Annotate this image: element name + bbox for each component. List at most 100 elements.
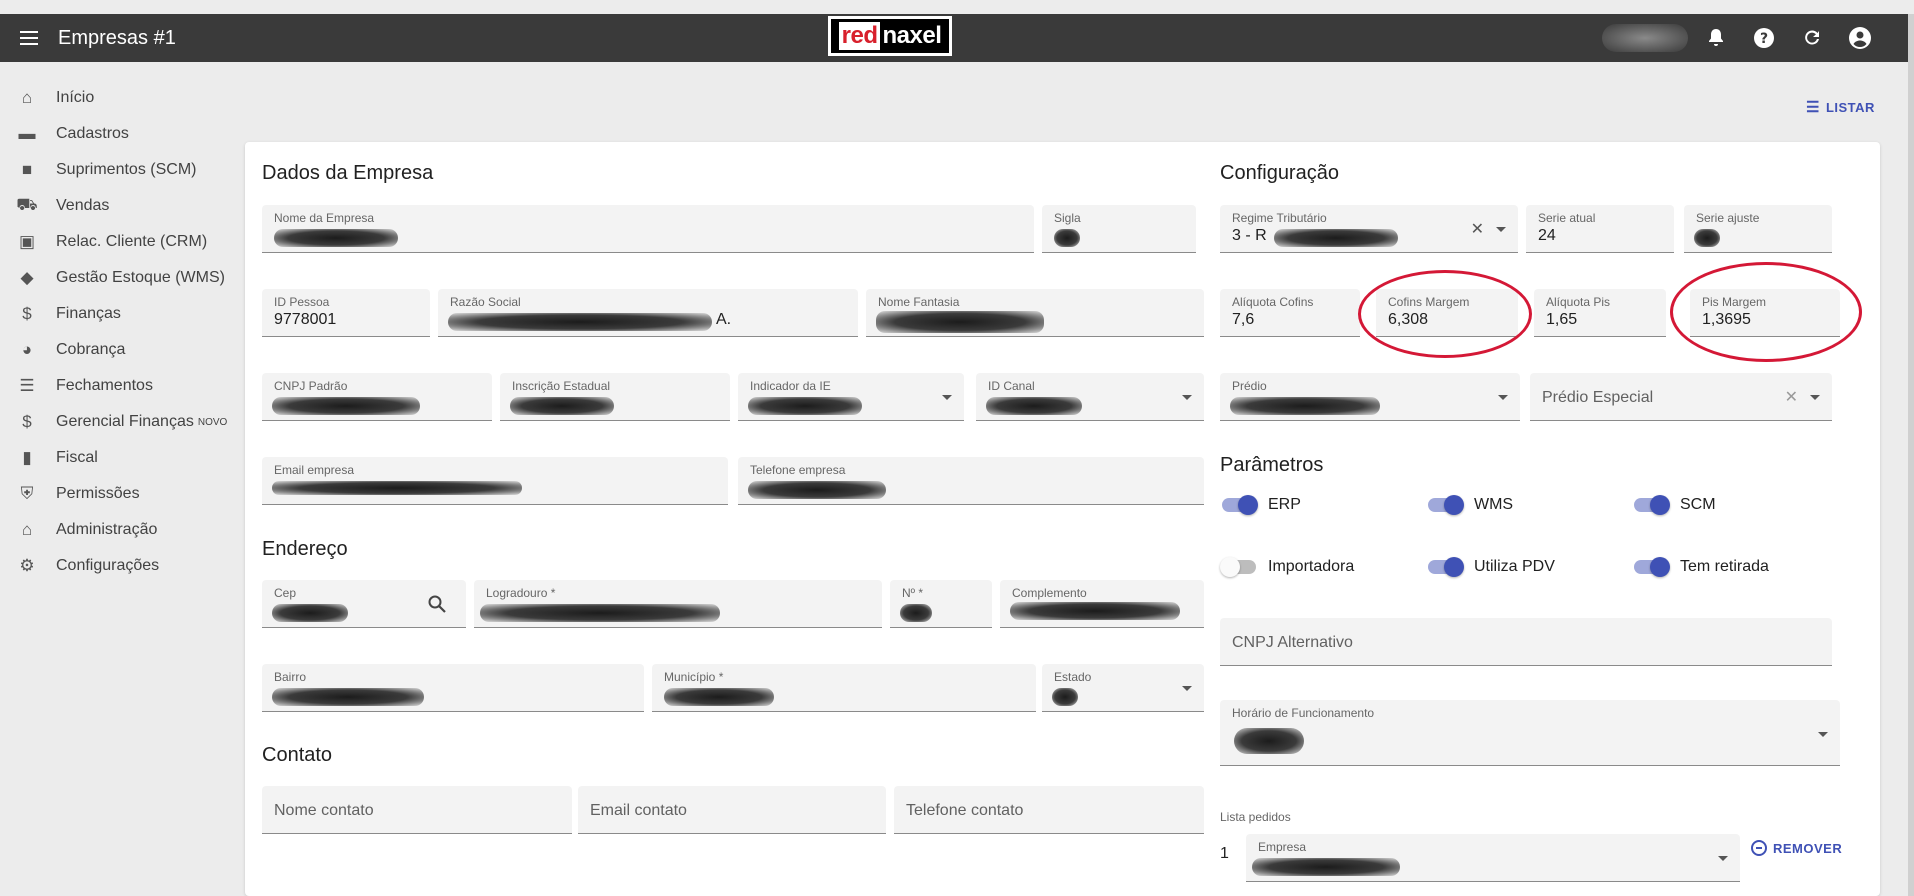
bairro-field[interactable]: Bairro bbox=[262, 664, 644, 712]
chevron-down-icon bbox=[1818, 732, 1828, 737]
briefcase-icon: ■ bbox=[21, 160, 33, 179]
complemento-field[interactable]: Complemento bbox=[1000, 580, 1204, 628]
contact-card-icon: ▣ bbox=[18, 232, 36, 251]
telefone-empresa-field[interactable]: Telefone empresa bbox=[738, 457, 1204, 505]
menu-icon[interactable] bbox=[20, 26, 44, 50]
account-icon[interactable] bbox=[1848, 26, 1872, 50]
logo: red naxel bbox=[828, 16, 952, 56]
cep-field[interactable]: Cep bbox=[262, 580, 466, 628]
configuracao-heading: Configuração bbox=[1220, 162, 1339, 184]
bank-icon: ⌂ bbox=[21, 520, 33, 539]
sidebar-item-administracao[interactable]: ⌂ Administração bbox=[0, 512, 240, 548]
aliquota-cofins-field[interactable]: Alíquota Cofins 7,6 bbox=[1220, 289, 1360, 337]
page-title: Empresas #1 bbox=[58, 26, 176, 49]
indicador-ie-select[interactable]: Indicador da IE bbox=[738, 373, 964, 421]
sidebar-item-suprimentos[interactable]: ■ Suprimentos (SCM) bbox=[0, 152, 240, 188]
chevron-down-icon bbox=[1182, 395, 1192, 400]
inscricao-estadual-field[interactable]: Inscrição Estadual bbox=[500, 373, 730, 421]
email-contato-field[interactable]: Email contato bbox=[578, 786, 886, 834]
importadora-toggle[interactable]: Importadora bbox=[1220, 557, 1354, 577]
remover-button[interactable]: REMOVER bbox=[1751, 840, 1842, 856]
home-icon: ⌂ bbox=[21, 88, 33, 107]
predio-especial-select[interactable]: Prédio Especial ✕ bbox=[1530, 373, 1832, 421]
chevron-down-icon bbox=[1810, 395, 1820, 400]
cnpj-padrao-field[interactable]: CNPJ Padrão bbox=[262, 373, 492, 421]
aliquota-pis-field[interactable]: Alíquota Pis 1,65 bbox=[1534, 289, 1666, 337]
sidebar-item-configuracoes[interactable]: ⚙ Configurações bbox=[0, 548, 240, 584]
chevron-down-icon bbox=[1718, 856, 1728, 861]
sidebar-item-fechamentos[interactable]: ☰ Fechamentos bbox=[0, 368, 240, 404]
scrollbar[interactable] bbox=[1908, 14, 1914, 896]
parametros-heading: Parâmetros bbox=[1220, 454, 1324, 476]
predio-select[interactable]: Prédio bbox=[1220, 373, 1520, 421]
refresh-icon[interactable] bbox=[1800, 26, 1824, 50]
empresa-select[interactable]: Empresa bbox=[1246, 834, 1740, 882]
sidebar-item-cadastros[interactable]: ▬ Cadastros bbox=[0, 116, 240, 152]
cnpj-alternativo-field[interactable]: CNPJ Alternativo bbox=[1220, 618, 1832, 666]
sidebar-item-vendas[interactable]: ⛟ Vendas bbox=[0, 188, 240, 224]
pis-margem-highlight bbox=[1670, 262, 1862, 362]
svg-text:?: ? bbox=[1760, 31, 1768, 47]
serie-ajuste-field[interactable]: Serie ajuste bbox=[1684, 205, 1832, 253]
search-icon[interactable] bbox=[428, 595, 446, 613]
chevron-down-icon bbox=[1496, 227, 1506, 232]
utiliza-pdv-toggle[interactable]: Utiliza PDV bbox=[1428, 557, 1555, 577]
contato-heading: Contato bbox=[262, 744, 333, 766]
sidebar-item-financas[interactable]: $ Finanças bbox=[0, 296, 240, 332]
empresa-form-card bbox=[245, 142, 1880, 896]
sidebar-item-wms[interactable]: ◆ Gestão Estoque (WMS) bbox=[0, 260, 240, 296]
shield-icon: ⛨ bbox=[20, 484, 34, 503]
horario-funcionamento-select[interactable]: Horário de Funcionamento bbox=[1220, 700, 1840, 766]
id-canal-select[interactable]: ID Canal bbox=[976, 373, 1204, 421]
sidebar-item-fiscal[interactable]: ▮ Fiscal bbox=[0, 440, 240, 476]
cofins-margem-highlight bbox=[1358, 270, 1532, 358]
sidebar-item-inicio[interactable]: ⌂ Início bbox=[0, 80, 240, 116]
nome-empresa-field[interactable]: Nome da Empresa bbox=[262, 205, 1034, 253]
logradouro-field[interactable]: Logradouro * bbox=[474, 580, 882, 628]
sigla-field[interactable]: Sigla bbox=[1042, 205, 1196, 253]
dollar-icon: $ bbox=[22, 304, 32, 323]
book-icon: ▮ bbox=[22, 448, 32, 467]
bell-icon[interactable] bbox=[1704, 26, 1728, 50]
lista-pedidos-label: Lista pedidos bbox=[1220, 810, 1291, 824]
tem-retirada-toggle[interactable]: Tem retirada bbox=[1634, 557, 1769, 577]
dados-empresa-heading: Dados da Empresa bbox=[262, 162, 434, 184]
listar-button[interactable]: ☰ LISTAR bbox=[1806, 98, 1875, 116]
help-icon[interactable]: ? bbox=[1752, 26, 1776, 50]
sidebar-item-permissoes[interactable]: ⛨ Permissões bbox=[0, 476, 240, 512]
clear-icon[interactable]: ✕ bbox=[1471, 219, 1484, 239]
sidebar-item-crm[interactable]: ▣ Relac. Cliente (CRM) bbox=[0, 224, 240, 260]
telefone-contato-field[interactable]: Telefone contato bbox=[894, 786, 1204, 834]
nome-fantasia-field[interactable]: Nome Fantasia bbox=[866, 289, 1204, 337]
new-badge: NOVO bbox=[197, 416, 228, 428]
wms-toggle[interactable]: WMS bbox=[1428, 495, 1513, 515]
remove-circle-icon bbox=[1751, 840, 1767, 856]
cart-icon: ⛟ bbox=[16, 195, 38, 214]
chevron-down-icon bbox=[1182, 686, 1192, 691]
endereco-heading: Endereço bbox=[262, 538, 348, 560]
sidebar-item-gerencial-financas[interactable]: $ Gerencial Finanças NOVO bbox=[0, 404, 240, 440]
serie-atual-field[interactable]: Serie atual 24 bbox=[1526, 205, 1674, 253]
razao-social-field[interactable]: Razão Social A. bbox=[438, 289, 858, 337]
pedido-index: 1 bbox=[1220, 845, 1229, 862]
list-icon: ☰ bbox=[19, 376, 35, 395]
sidebar-item-cobranca[interactable]: ◕ Cobrança bbox=[0, 332, 240, 368]
numero-field[interactable]: Nº * bbox=[890, 580, 992, 628]
dollar-icon: $ bbox=[22, 412, 32, 431]
id-pessoa-field[interactable]: ID Pessoa 9778001 bbox=[262, 289, 430, 337]
estado-select[interactable]: Estado bbox=[1042, 664, 1204, 712]
erp-toggle[interactable]: ERP bbox=[1222, 495, 1301, 515]
app-bar: Empresas #1 red naxel ? bbox=[0, 14, 1908, 62]
municipio-field[interactable]: Município * bbox=[652, 664, 1036, 712]
gear-icon: ⚙ bbox=[19, 556, 35, 575]
nome-contato-field[interactable]: Nome contato bbox=[262, 786, 572, 834]
pie-chart-icon: ◕ bbox=[21, 340, 33, 359]
chevron-down-icon bbox=[942, 395, 952, 400]
user-info bbox=[1602, 24, 1688, 52]
directions-icon: ◆ bbox=[20, 268, 34, 287]
clear-icon[interactable]: ✕ bbox=[1785, 387, 1798, 407]
chevron-down-icon bbox=[1498, 395, 1508, 400]
email-empresa-field[interactable]: Email empresa bbox=[262, 457, 728, 505]
scm-toggle[interactable]: SCM bbox=[1634, 495, 1716, 515]
regime-tributario-select[interactable]: Regime Tributário 3 - R ✕ bbox=[1220, 205, 1518, 253]
